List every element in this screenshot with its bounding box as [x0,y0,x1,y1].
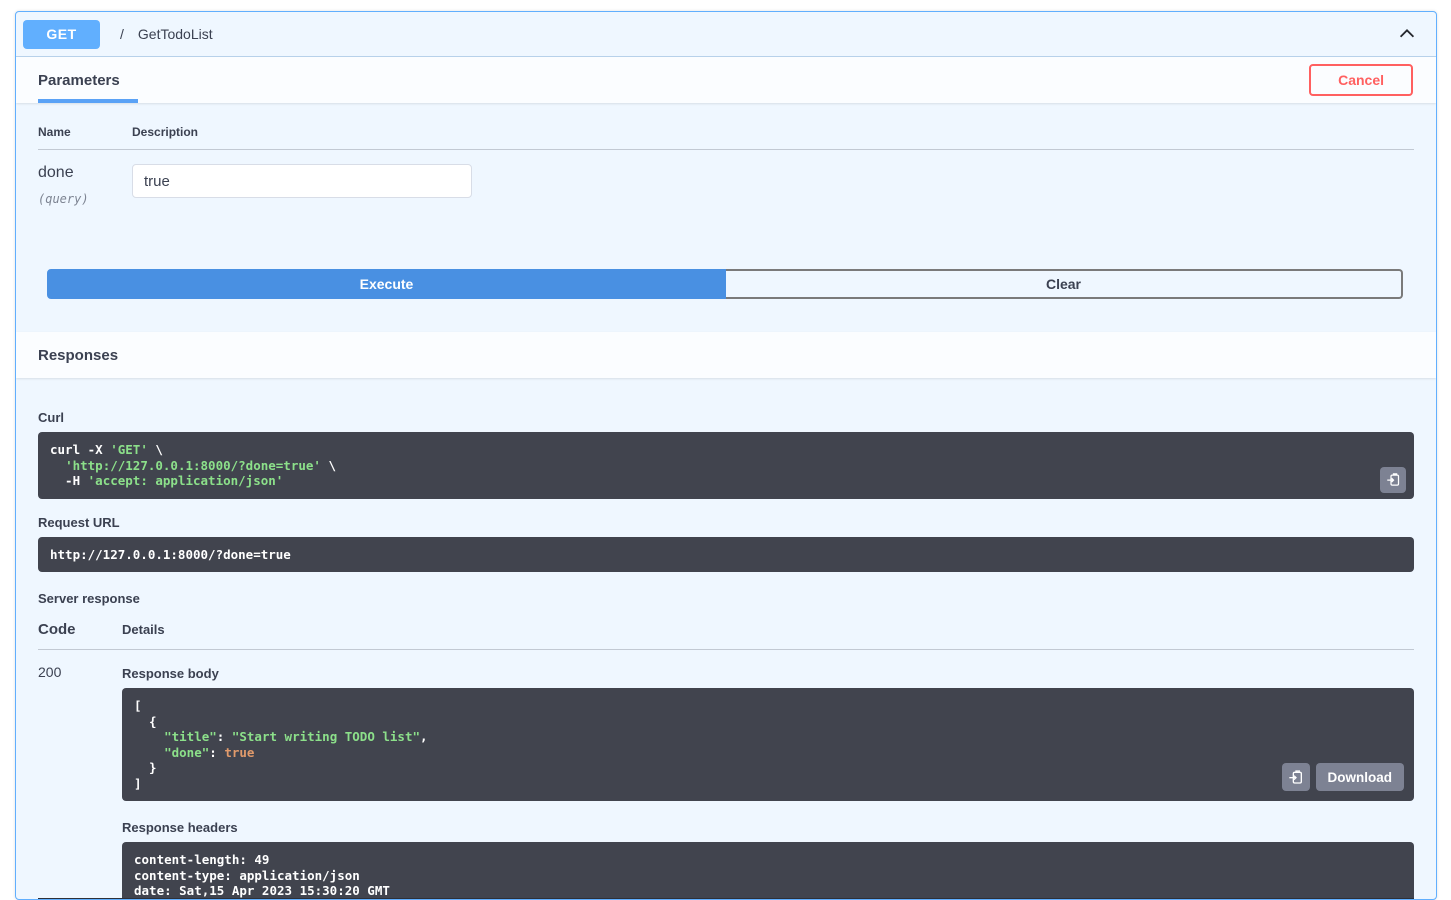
response-header-line: content-length: 49 [134,852,270,867]
parameter-name-cell: done (query) [38,164,132,206]
execute-wrapper: Execute Clear [47,269,1403,299]
cancel-button[interactable]: Cancel [1309,64,1413,96]
request-url-label: Request URL [38,514,120,530]
operation-path: GetTodoList [137,26,213,42]
operation-summary[interactable]: GET / GetTodoList [16,12,1436,57]
parameters-section-header: Parameters Cancel [16,57,1436,103]
json-punct: : [209,744,225,760]
curl-string: 'GET' [110,442,148,457]
clipboard-copy-icon [1288,769,1304,785]
curl-url-string: 'http://127.0.0.1:8000/?done=true' [65,457,321,473]
responses-title-wrap: Responses [38,332,118,378]
copy-response-button[interactable] [1281,763,1310,791]
json-punct: [ [134,698,142,713]
path-separator: / [120,26,124,42]
parameter-value-input[interactable] [132,164,472,198]
parameters-title: Parameters [38,71,120,89]
request-url-value: http://127.0.0.1:8000/?done=true [38,536,1414,572]
json-punct: } [134,760,157,775]
details-column-header: Details [122,622,165,637]
curl-command: curl -X 'GET' \ 'http://127.0.0.1:8000/?… [38,432,1414,499]
status-code: 200 [38,664,62,680]
method-badge[interactable]: GET [23,19,100,49]
server-response-table-header: Code Details [38,621,1414,650]
operation-block-get-gettodolist: GET / GetTodoList Parameters Cancel Name… [15,11,1437,900]
responses-title: Responses [38,346,119,364]
json-punct: : [216,729,232,744]
json-string-value: "Start writing TODO list" [231,729,421,744]
parameters-body: Name Description done (query) Execute Cl… [16,103,1436,332]
clear-button[interactable]: Clear [726,269,1403,299]
response-headers: content-length: 49 content-type: applica… [122,842,1414,899]
responses-section-header: Responses [16,332,1436,378]
description-column-header: Description [132,125,199,139]
active-tab-underline [38,99,138,103]
parameter-description-cell [132,164,472,206]
code-column-header: Code [38,621,76,638]
name-column-header: Name [38,125,71,139]
json-key: "done" [134,744,210,760]
curl-text: \ [320,457,336,473]
responses-body: Curl curl -X 'GET' \ 'http://127.0.0.1:8… [16,378,1436,899]
response-body-label: Response body [122,666,219,681]
json-punct: ] [134,775,142,791]
curl-header-string: 'accept: application/json' [87,473,284,488]
curl-label: Curl [38,410,64,425]
curl-text: curl -X [50,442,111,457]
response-details: Response body [ { "title": "Start writin… [122,664,1414,899]
server-response-label: Server response [38,591,140,606]
copy-curl-button[interactable] [1380,466,1406,493]
download-button[interactable]: Download [1315,763,1404,791]
response-body: [ { "title": "Start writing TODO list", … [122,688,1414,801]
clipboard-copy-icon [1386,472,1401,487]
curl-text: \ [147,442,163,457]
chevron-up-icon [1396,23,1418,45]
parameter-name: done [38,164,74,181]
curl-text [50,458,65,473]
table-row: done (query) [38,164,1414,206]
tab-parameters: Parameters [38,57,138,103]
response-headers-label: Response headers [122,820,238,835]
collapse-button[interactable] [1392,19,1422,49]
execute-button[interactable]: Execute [47,269,726,299]
json-punct: { [134,713,157,729]
json-key: "title" [134,729,217,744]
server-response-row: 200 Response body [ { "title": "Start wr… [38,664,1414,899]
json-punct: , [420,729,428,744]
json-boolean-value: true [224,744,255,760]
response-header-line: content-type: application/json [134,867,360,883]
parameter-location: (query) [38,192,89,206]
response-header-line: date: Sat,15 Apr 2023 15:30:20 GMT [134,883,390,898]
parameters-table-header: Name Description [38,125,1414,150]
curl-text: -H [50,473,88,488]
